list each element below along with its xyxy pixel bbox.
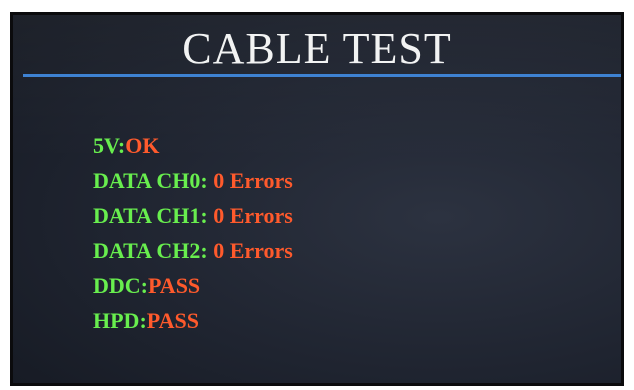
test-results: 5V:OK DATA CH0: 0 Errors DATA CH1: 0 Err… xyxy=(49,93,293,333)
lcd-screen: CABLE TEST 5V:OK DATA CH0: 0 Errors DATA… xyxy=(10,12,624,386)
result-label: 5V: xyxy=(93,133,126,158)
result-value: PASS xyxy=(146,308,199,333)
device-photo-frame: CABLE TEST 5V:OK DATA CH0: 0 Errors DATA… xyxy=(0,0,634,390)
result-label: DATA CH0: xyxy=(93,168,208,193)
screen-title: CABLE TEST xyxy=(182,24,452,73)
result-label: HPD: xyxy=(93,308,147,333)
result-value: 0 Errors xyxy=(207,203,293,228)
result-label: DDC: xyxy=(93,273,148,298)
result-row-5v: 5V:OK xyxy=(49,93,293,158)
result-label: DATA CH2: xyxy=(93,238,208,263)
result-value: PASS xyxy=(148,273,201,298)
result-value: 0 Errors xyxy=(207,168,293,193)
title-divider xyxy=(23,74,621,77)
result-value: OK xyxy=(125,133,160,158)
result-label: DATA CH1: xyxy=(93,203,208,228)
result-value: 0 Errors xyxy=(207,238,293,263)
